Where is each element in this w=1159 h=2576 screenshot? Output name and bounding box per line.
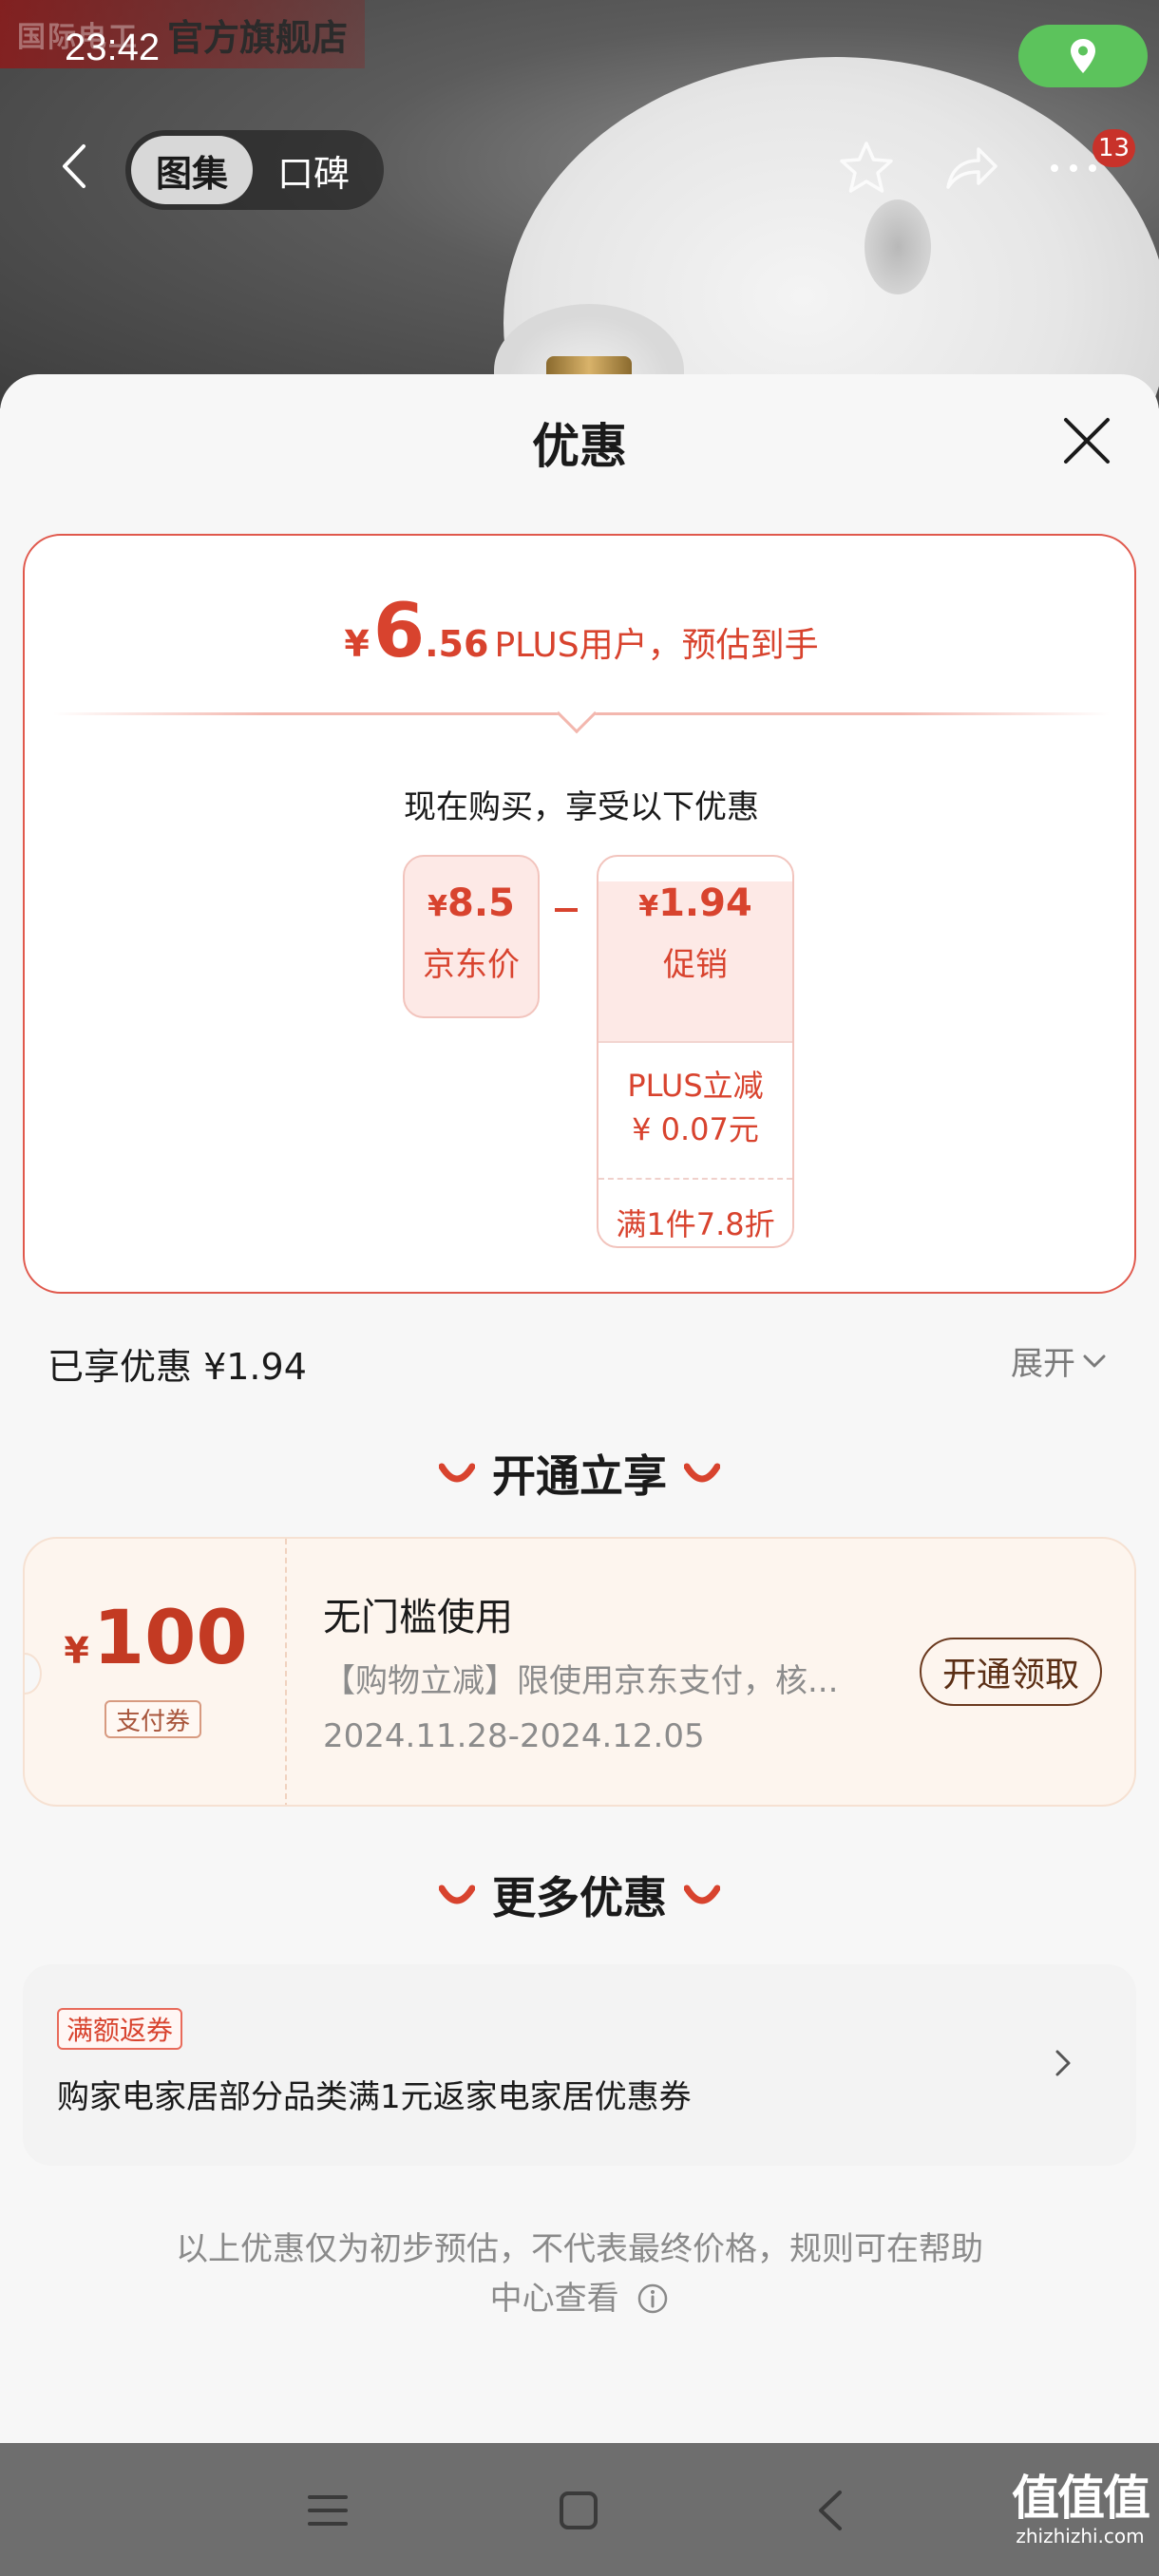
offer-tag: 满额返券	[57, 2008, 183, 2050]
coupon-title: 无门槛使用	[323, 1596, 513, 1639]
section-open-title: 开通立享	[492, 1450, 667, 1502]
disclaimer: 以上优惠仅为初步预估，不代表最终价格，规则可在帮助 中心查看	[142, 2225, 1016, 2323]
watermark-small: zhizhizhi.com	[1016, 2525, 1145, 2548]
system-nav-bar	[0, 2443, 1159, 2576]
coupon-currency: ¥	[64, 1630, 89, 1672]
product-hole	[864, 199, 931, 294]
coupon-amount: 100	[92, 1596, 248, 1681]
jd-price-label: 京东价	[423, 946, 520, 984]
smile-ornament-icon	[439, 1463, 475, 1483]
coupon-validity: 2024.11.28-2024.12.05	[323, 1717, 705, 1755]
promo-item-plus-value: ¥ 0.07元	[632, 1111, 759, 1147]
promo-item-discount: 满1件7.8折	[598, 1180, 792, 1246]
smile-ornament-icon	[439, 1885, 475, 1904]
site-watermark-logo: 值值值 zhizhizhi.com	[1001, 2460, 1159, 2548]
store-name: 官方旗舰店	[167, 16, 349, 59]
view-segment: 图集 口碑	[125, 130, 384, 210]
estimate-int: 6	[372, 589, 426, 674]
section-more-header: 更多优惠	[0, 1864, 1159, 1926]
expand-label: 展开	[1011, 1345, 1075, 1383]
enjoyed-discount: 已享优惠 ¥1.94	[48, 1346, 307, 1388]
minus-sign	[555, 908, 578, 912]
more-offer-item[interactable]: 满额返券 购家电家居部分品类满1元返家电家居优惠券	[23, 1964, 1136, 2166]
divider-notch	[556, 692, 598, 734]
tab-gallery[interactable]: 图集	[131, 136, 253, 204]
location-button[interactable]	[1018, 25, 1148, 87]
activate-claim-button[interactable]: 开通领取	[920, 1638, 1102, 1706]
chevron-right-icon	[1055, 2050, 1071, 2076]
home-icon[interactable]	[557, 2489, 600, 2532]
sheet-title: 优惠	[532, 419, 627, 474]
status-time: 23:42	[65, 27, 161, 68]
estimated-price: ¥ 6 .56 PLUS用户，预估到手	[25, 589, 1138, 674]
smile-ornament-icon	[684, 1885, 720, 1904]
expand-button[interactable]: 展开	[1011, 1337, 1108, 1384]
more-badge: 13	[1092, 129, 1136, 167]
disclaimer-line2-row: 中心查看	[142, 2274, 1016, 2323]
menu-icon[interactable]	[306, 2489, 350, 2532]
coupon-description: 【购物立减】限使用京东支付，核...	[323, 1662, 839, 1700]
promo-label: 促销	[663, 946, 728, 984]
star-icon[interactable]	[836, 138, 897, 199]
coupon-type-tag: 支付券	[104, 1700, 202, 1738]
price-breakdown-card: ¥ 6 .56 PLUS用户，预估到手 现在购买，享受以下优惠 ¥8.5 京东价…	[23, 534, 1136, 1294]
watermark-big: 值值值	[1012, 2470, 1150, 2526]
promo-item-plus-title: PLUS立减	[627, 1068, 764, 1104]
breakdown-subtitle: 现在购买，享受以下优惠	[404, 788, 759, 826]
estimate-dec: .56	[425, 623, 489, 665]
store-tag[interactable]: 国际电工 官方旗舰店	[0, 0, 366, 68]
promo-box: ¥1.94 促销 PLUS立减 ¥ 0.07元 满1件7.8折	[597, 855, 794, 1248]
close-icon[interactable]	[1060, 414, 1113, 467]
offer-text: 购家电家居部分品类满1元返家电家居优惠券	[57, 2078, 692, 2116]
jd-price-amount: 8.5	[447, 881, 515, 925]
nav-back-icon[interactable]	[809, 2489, 853, 2532]
payment-coupon: ¥ 100 支付券 无门槛使用 【购物立减】限使用京东支付，核... 2024.…	[23, 1537, 1136, 1807]
jd-price-box: ¥8.5 京东价	[403, 855, 540, 1018]
section-more-title: 更多优惠	[492, 1872, 667, 1923]
discount-sheet: 优惠 ¥ 6 .56 PLUS用户，预估到手 现在购买，享受以下优惠 ¥8.5 …	[0, 374, 1159, 2443]
location-icon	[1071, 39, 1095, 73]
estimate-currency: ¥	[344, 623, 370, 665]
disclaimer-line1: 以上优惠仅为初步预估，不代表最终价格，规则可在帮助	[176, 2230, 983, 2268]
tab-reviews[interactable]: 口碑	[253, 136, 374, 204]
share-icon[interactable]	[940, 138, 1001, 199]
back-icon[interactable]	[51, 142, 99, 190]
section-open-header: 开通立享	[0, 1442, 1159, 1505]
coupon-value-area: ¥ 100 支付券	[25, 1539, 287, 1805]
promo-item-plus: PLUS立减 ¥ 0.07元	[598, 1043, 792, 1180]
smile-ornament-icon	[684, 1463, 720, 1483]
promo-amount: 1.94	[658, 881, 752, 925]
promo-currency: ¥	[638, 890, 659, 923]
estimate-text: PLUS用户，预估到手	[494, 626, 819, 665]
info-icon[interactable]	[636, 2282, 669, 2315]
disclaimer-line2: 中心查看	[489, 2280, 619, 2318]
promo-item-discount-text: 满1件7.8折	[616, 1206, 775, 1242]
jd-currency: ¥	[428, 890, 447, 923]
chevron-down-icon	[1083, 1354, 1106, 1367]
